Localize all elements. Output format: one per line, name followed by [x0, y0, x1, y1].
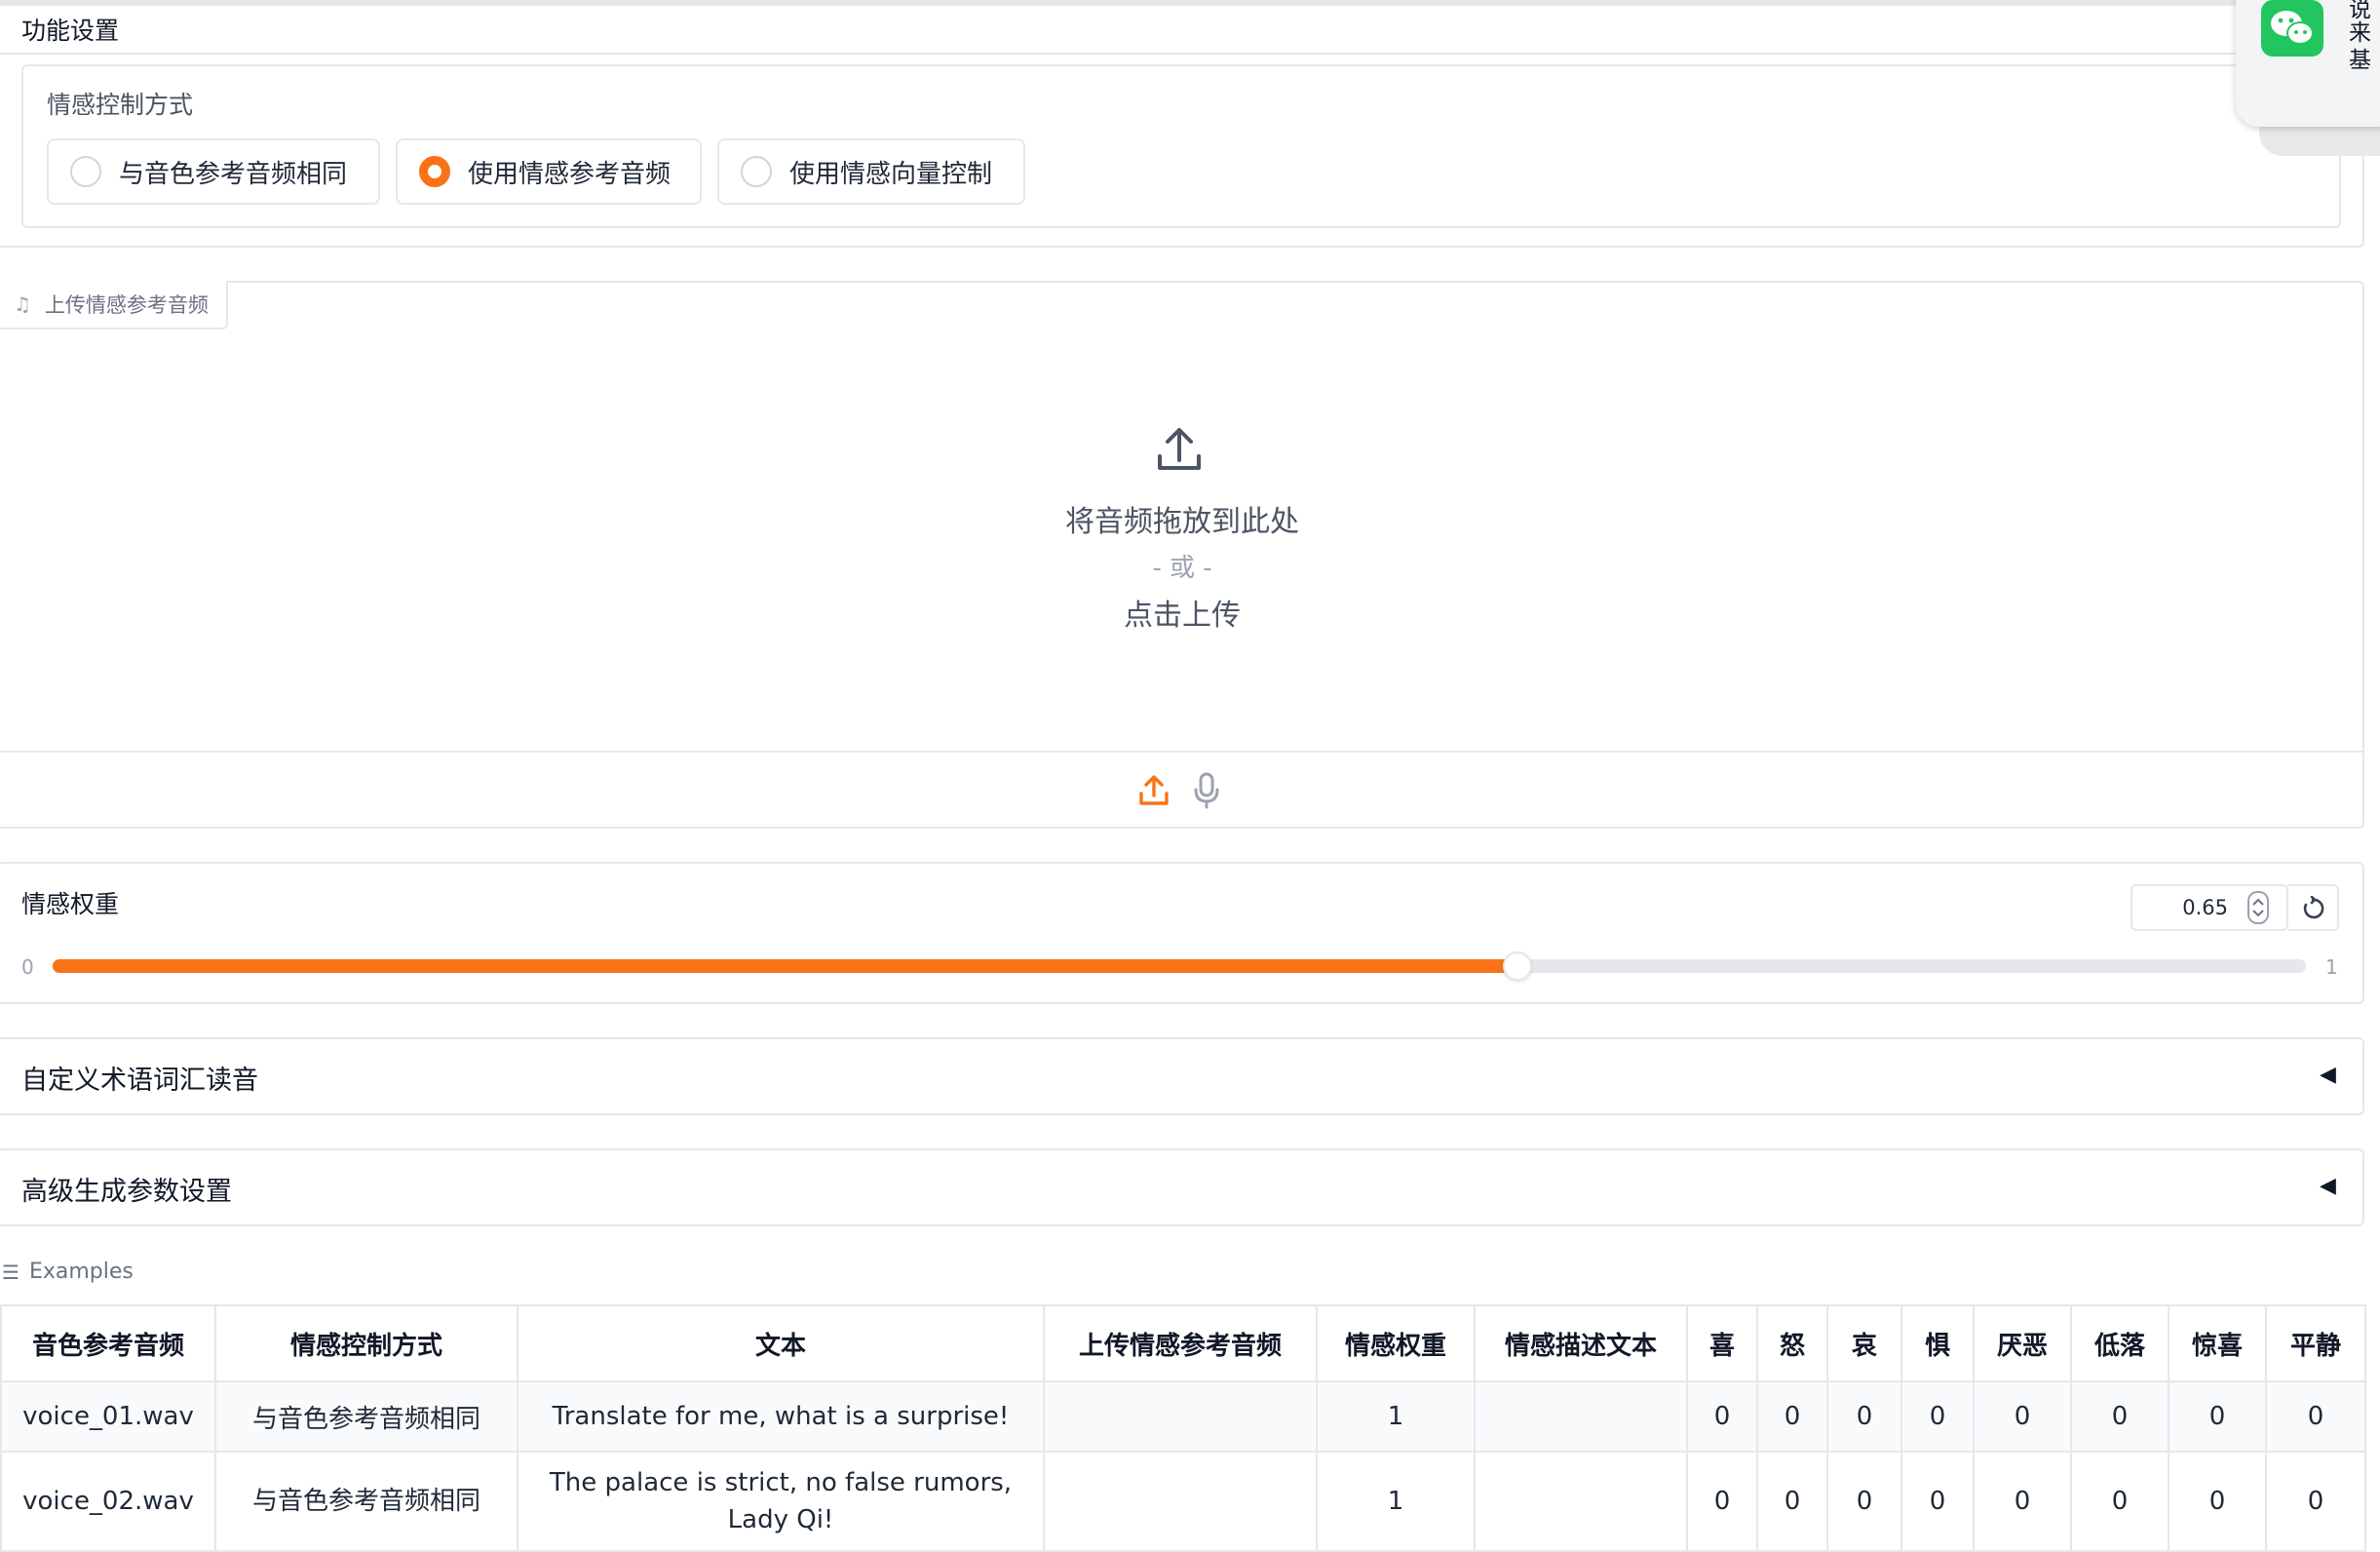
examples-table: 音色参考音频 情感控制方式 文本 上传情感参考音频 情感权重 情感描述文本 喜 …	[0, 1304, 2366, 1552]
column-header: 喜	[1686, 1304, 1758, 1382]
table-cell: voice_01.wav	[0, 1380, 216, 1453]
column-header: 平静	[2265, 1304, 2366, 1382]
column-header: 惧	[1900, 1304, 1975, 1382]
radio-option-label: 使用情感向量控制	[789, 159, 993, 189]
column-header: 怒	[1756, 1304, 1828, 1382]
radio-option-label: 使用情感参考音频	[468, 159, 672, 189]
table-cell	[1043, 1380, 1318, 1453]
emotion-weight-label: 情感权重	[21, 890, 120, 918]
column-header: 音色参考音频	[0, 1304, 216, 1382]
music-note-icon: ♫	[14, 292, 31, 316]
function-settings-title: 功能设置	[21, 17, 120, 45]
table-cell: 0	[2265, 1380, 2366, 1453]
table-cell: 0	[1826, 1451, 1902, 1552]
table-cell: 0	[2070, 1451, 2169, 1552]
table-cell	[1043, 1451, 1318, 1552]
table-cell: Translate for me, what is a surprise!	[517, 1380, 1045, 1453]
emotion-weight-slider[interactable]	[53, 951, 2306, 981]
table-cell: voice_02.wav	[0, 1451, 216, 1552]
or-separator: - 或 -	[1152, 554, 1212, 583]
radio-option-label: 与音色参考音频相同	[119, 159, 348, 189]
table-cell: 0	[2070, 1380, 2169, 1453]
emotion-weight-panel	[0, 862, 2364, 1004]
table-row[interactable]: voice_02.wav 与音色参考音频相同 The palace is str…	[0, 1451, 2366, 1552]
wechat-icon	[2261, 0, 2323, 57]
accordion-custom-pronunciation[interactable]	[0, 1037, 2364, 1115]
table-cell	[1474, 1380, 1688, 1453]
reset-button[interactable]	[2288, 884, 2339, 931]
table-cell: 0	[1900, 1380, 1975, 1453]
table-cell: 0	[1826, 1380, 1902, 1453]
slider-max-label: 1	[2325, 955, 2338, 979]
table-row[interactable]: voice_01.wav 与音色参考音频相同 Translate for me,…	[0, 1380, 2366, 1453]
click-upload-text[interactable]: 点击上传	[0, 591, 2364, 634]
table-cell: 0	[1973, 1380, 2072, 1453]
radio-circle[interactable]	[741, 156, 772, 187]
table-cell: 1	[1316, 1451, 1476, 1552]
drop-audio-text: 将音频拖放到此处	[1065, 505, 1299, 539]
examples-label-text: Examples	[28, 1260, 134, 1284]
slider-thumb[interactable]	[1502, 951, 1532, 981]
table-header-row: 音色参考音频 情感控制方式 文本 上传情感参考音频 情感权重 情感描述文本 喜 …	[0, 1304, 2366, 1382]
column-header: 厌恶	[1973, 1304, 2072, 1382]
table-cell	[1474, 1451, 1688, 1552]
column-header: 低落	[2070, 1304, 2169, 1382]
table-cell: 0	[1900, 1451, 1975, 1552]
table-cell: 与音色参考音频相同	[214, 1451, 518, 1552]
stepper-arrows-icon[interactable]	[2247, 891, 2269, 924]
examples-label: ☰ Examples	[2, 1260, 134, 1284]
upload-icon	[1158, 428, 1201, 470]
column-header: 哀	[1826, 1304, 1902, 1382]
accordion-advanced-params[interactable]	[0, 1148, 2364, 1226]
radio-circle-checked[interactable]	[419, 156, 450, 187]
column-header: 惊喜	[2168, 1304, 2267, 1382]
radio-option-same-as-timbre[interactable]: 与音色参考音频相同	[47, 138, 380, 205]
table-cell: 0	[2168, 1380, 2267, 1453]
slider-fill	[53, 959, 1517, 973]
emotion-control-label: 情感控制方式	[47, 91, 194, 119]
column-header: 上传情感参考音频	[1043, 1304, 1318, 1382]
accordion-title: 高级生成参数设置	[21, 1177, 232, 1207]
slider-min-label: 0	[21, 955, 34, 979]
table-cell: 0	[1686, 1380, 1758, 1453]
table-cell: 与音色参考音频相同	[214, 1380, 518, 1453]
radio-option-emotion-reference[interactable]: 使用情感参考音频	[396, 138, 702, 205]
microphone-icon[interactable]	[1193, 772, 1220, 809]
collapse-arrow-icon[interactable]: ◀	[2320, 1174, 2336, 1198]
table-cell: 1	[1316, 1380, 1476, 1453]
radio-option-emotion-vector[interactable]: 使用情感向量控制	[717, 138, 1025, 205]
table-cell: 0	[2168, 1451, 2267, 1552]
column-header: 情感控制方式	[214, 1304, 518, 1382]
menu-icon: ☰	[2, 1260, 19, 1284]
table-cell: 0	[1756, 1451, 1828, 1552]
upload-audio-tab: ♫ 上传情感参考音频	[0, 281, 228, 330]
column-header: 文本	[517, 1304, 1045, 1382]
collapse-arrow-icon[interactable]: ◀	[2320, 1063, 2336, 1087]
upload-audio-tab-label: 上传情感参考音频	[44, 293, 209, 317]
column-header: 情感权重	[1316, 1304, 1476, 1382]
table-cell: 0	[1973, 1451, 2072, 1552]
table-cell: 0	[1686, 1451, 1758, 1552]
notification-text-line: 基	[2349, 48, 2371, 73]
column-header: 情感描述文本	[1474, 1304, 1688, 1382]
table-cell: The palace is strict, no false rumors, L…	[517, 1451, 1045, 1552]
top-divider	[0, 0, 2380, 6]
audio-drop-zone[interactable]	[0, 331, 2364, 751]
table-cell: 0	[1756, 1380, 1828, 1453]
source-divider	[0, 751, 2364, 753]
accordion-title: 自定义术语词汇读音	[21, 1066, 258, 1096]
emotion-weight-value: 0.65	[2182, 896, 2228, 919]
table-cell: 0	[2265, 1451, 2366, 1552]
radio-circle[interactable]	[70, 156, 101, 187]
upload-source-icon[interactable]	[1138, 774, 1170, 807]
reset-icon	[2303, 896, 2324, 919]
